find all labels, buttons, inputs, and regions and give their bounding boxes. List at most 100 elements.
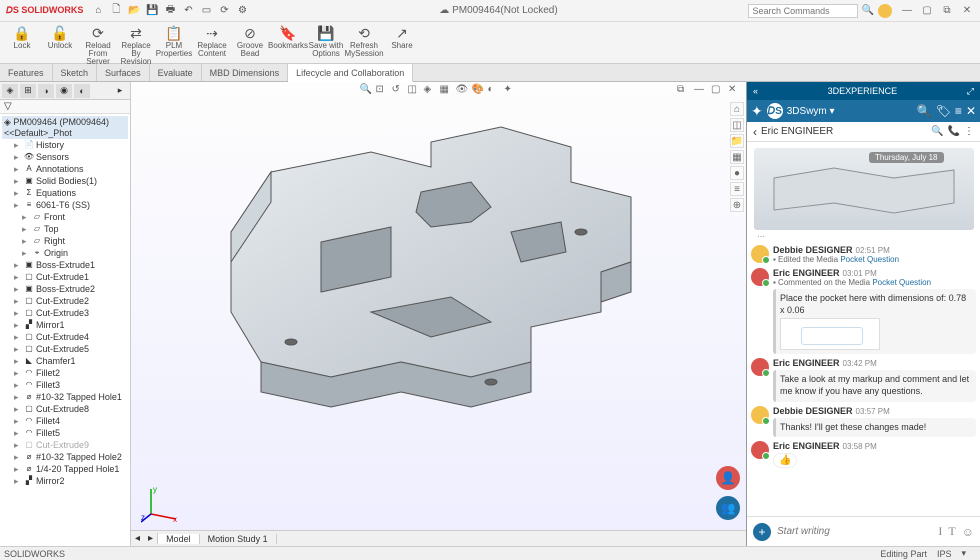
tree-item[interactable]: ▸📄History [2,139,128,151]
swym-title[interactable]: 3DSwym ▾ [787,106,913,117]
tree-item[interactable]: ▸👁Sensors [2,151,128,163]
tree-expand-icon[interactable]: ▸ [14,463,22,475]
zoom-fit-icon[interactable]: 🔍 [360,84,374,98]
feature-tree[interactable]: ◈ PM009464 (PM009464)<<Default>_Phot ▸📄H… [0,114,130,546]
tree-expand-icon[interactable]: ▸ [14,379,22,391]
tree-item[interactable]: ▸▱Front [2,211,128,223]
tree-item[interactable]: ▸▱Right [2,235,128,247]
user-avatar-icon[interactable] [878,4,892,18]
tree-tab-feature-icon[interactable]: ◈ [2,84,18,98]
close-icon[interactable]: ✕ [960,4,974,18]
open-icon[interactable]: 📂 [127,4,141,18]
tree-expand-icon[interactable]: ▸ [14,259,22,271]
select-icon[interactable]: ▭ [199,4,213,18]
task-explorer-icon[interactable]: 📁 [730,134,744,148]
filter-icon[interactable]: ▽ [4,101,12,112]
tree-item[interactable]: ▸◠Fillet2 [2,367,128,379]
avatar[interactable] [751,268,769,286]
tree-expand-icon[interactable]: ▸ [14,283,22,295]
chat-feed[interactable]: Thursday, July 18 ▶ ⋯ Debbie DESIGNER02:… [747,142,980,516]
xpanel-collapse-icon[interactable]: « [753,86,758,96]
print-icon[interactable]: 🖶 [163,4,177,18]
tree-expand-icon[interactable]: ▸ [14,415,22,427]
swym-logo-icon[interactable]: 𝘋S [767,103,783,119]
zoom-area-icon[interactable]: ⊡ [376,84,390,98]
text-cursor-icon[interactable]: I [938,524,942,539]
save-icon[interactable]: 💾 [145,4,159,18]
status-dropdown-icon[interactable]: ▾ [961,548,966,559]
fab-collab-icon[interactable]: 👥 [716,496,740,520]
xpanel-expand-icon[interactable]: ⤢ [967,86,974,97]
chat-input[interactable] [777,526,932,537]
tree-item[interactable]: ▸▢Cut-Extrude4 [2,331,128,343]
ribbon-lock[interactable]: 🔒Lock [4,24,40,50]
tree-expand-icon[interactable]: ▸ [14,163,22,175]
tree-item[interactable]: ▸AAnnotations [2,163,128,175]
tree-expand-icon[interactable]: ▸ [14,439,22,451]
options-icon[interactable]: ⚙ [235,4,249,18]
vp-max-icon[interactable]: ▢ [711,84,725,98]
task-appearance-icon[interactable]: ● [730,166,744,180]
tree-expand-icon[interactable]: ▸ [14,391,22,403]
task-design-lib-icon[interactable]: ◫ [730,118,744,132]
new-icon[interactable]: 🗋 [109,4,123,18]
add-attachment-icon[interactable]: + [753,523,771,541]
avatar[interactable] [751,245,769,263]
task-forum-icon[interactable]: ⊕ [730,198,744,212]
ribbon-save-with-options[interactable]: 💾Save with Options [308,24,344,58]
tree-item[interactable]: ▸▢Cut-Extrude9 [2,439,128,451]
minimize-icon[interactable]: — [900,4,914,18]
tree-item[interactable]: ▸ΣEquations [2,187,128,199]
appearance-icon[interactable]: 🎨 [472,84,486,98]
search-icon[interactable]: 🔍 [862,5,874,16]
text-format-icon[interactable]: T [948,524,955,539]
tab-mbd-dimensions[interactable]: MBD Dimensions [202,64,289,81]
orientation-icon[interactable]: ◈ [424,84,438,98]
chat-more-icon[interactable]: ⋮ [964,126,974,137]
tree-root[interactable]: ◈ PM009464 (PM009464)<<Default>_Phot [2,116,128,139]
swym-search-icon[interactable]: 🔍 [917,104,932,118]
search-commands-input[interactable] [748,4,858,18]
model-tab[interactable]: Motion Study 1 [200,534,277,544]
tree-expand-icon[interactable]: ▸ [14,199,22,211]
ribbon-share[interactable]: ↗Share [384,24,420,50]
section-icon[interactable]: ◫ [408,84,422,98]
ribbon-unlock[interactable]: 🔓Unlock [42,24,78,50]
scene-icon[interactable]: ◐ [488,84,502,98]
tab-surfaces[interactable]: Surfaces [97,64,150,81]
tree-expand-icon[interactable]: ▸ [14,307,22,319]
maximize-icon[interactable]: ▢ [920,4,934,18]
tree-item[interactable]: ▸⌀1/4-20 Tapped Hole1 [2,463,128,475]
tree-expand-icon[interactable]: ▸ [14,427,22,439]
tree-expand-icon[interactable]: ▸ [14,355,22,367]
tree-expand-icon[interactable]: ▸ [14,271,22,283]
tree-expand-icon[interactable]: ▸ [22,223,30,235]
swym-tag-icon[interactable]: 🏷 [936,104,951,118]
chat-call-icon[interactable]: 📞 [948,126,960,137]
tree-item[interactable]: ▸▢Cut-Extrude2 [2,295,128,307]
ribbon-plm-properties[interactable]: 📋PLM Properties [156,24,192,58]
ribbon-reload-from-server[interactable]: ⟳Reload From Server [80,24,116,66]
tree-expand-icon[interactable]: ▸ [14,319,22,331]
tree-item[interactable]: ▸⌀#10-32 Tapped Hole1 [2,391,128,403]
tree-item[interactable]: ▸▣Solid Bodies(1) [2,175,128,187]
avatar[interactable] [751,441,769,459]
avatar[interactable] [751,358,769,376]
tree-item[interactable]: ▸▢Cut-Extrude1 [2,271,128,283]
msg-reaction[interactable]: 👍 [773,453,797,468]
msg-link[interactable]: Pocket Question [872,278,931,287]
tree-tab-property-icon[interactable]: ⊞ [20,84,36,98]
ribbon-replace-content[interactable]: ⇢Replace Content [194,24,230,58]
tree-expand-icon[interactable]: ▸ [14,367,22,379]
tree-expand-icon[interactable]: ▸ [14,403,22,415]
emoji-icon[interactable]: ☺ [962,525,974,539]
tree-expand-icon[interactable]: ▸ [14,475,22,487]
prev-view-icon[interactable]: ↺ [392,84,406,98]
tab-evaluate[interactable]: Evaluate [150,64,202,81]
tree-item[interactable]: ▸▣Boss-Extrude2 [2,283,128,295]
task-resources-icon[interactable]: ⌂ [730,102,744,116]
swym-close-icon[interactable]: ✕ [966,104,976,118]
ribbon-refresh-mysession[interactable]: ⟲Refresh MySession [346,24,382,58]
viewport[interactable]: 🔍 ⊡ ↺ ◫ ◈ ▦ 👁 🎨 ◐ ✦ ⧉ — ▢ ✕ ⌂ ◫ 📁 ▦ ● ≡ … [131,82,746,546]
view-triad[interactable]: y x z [141,484,181,526]
